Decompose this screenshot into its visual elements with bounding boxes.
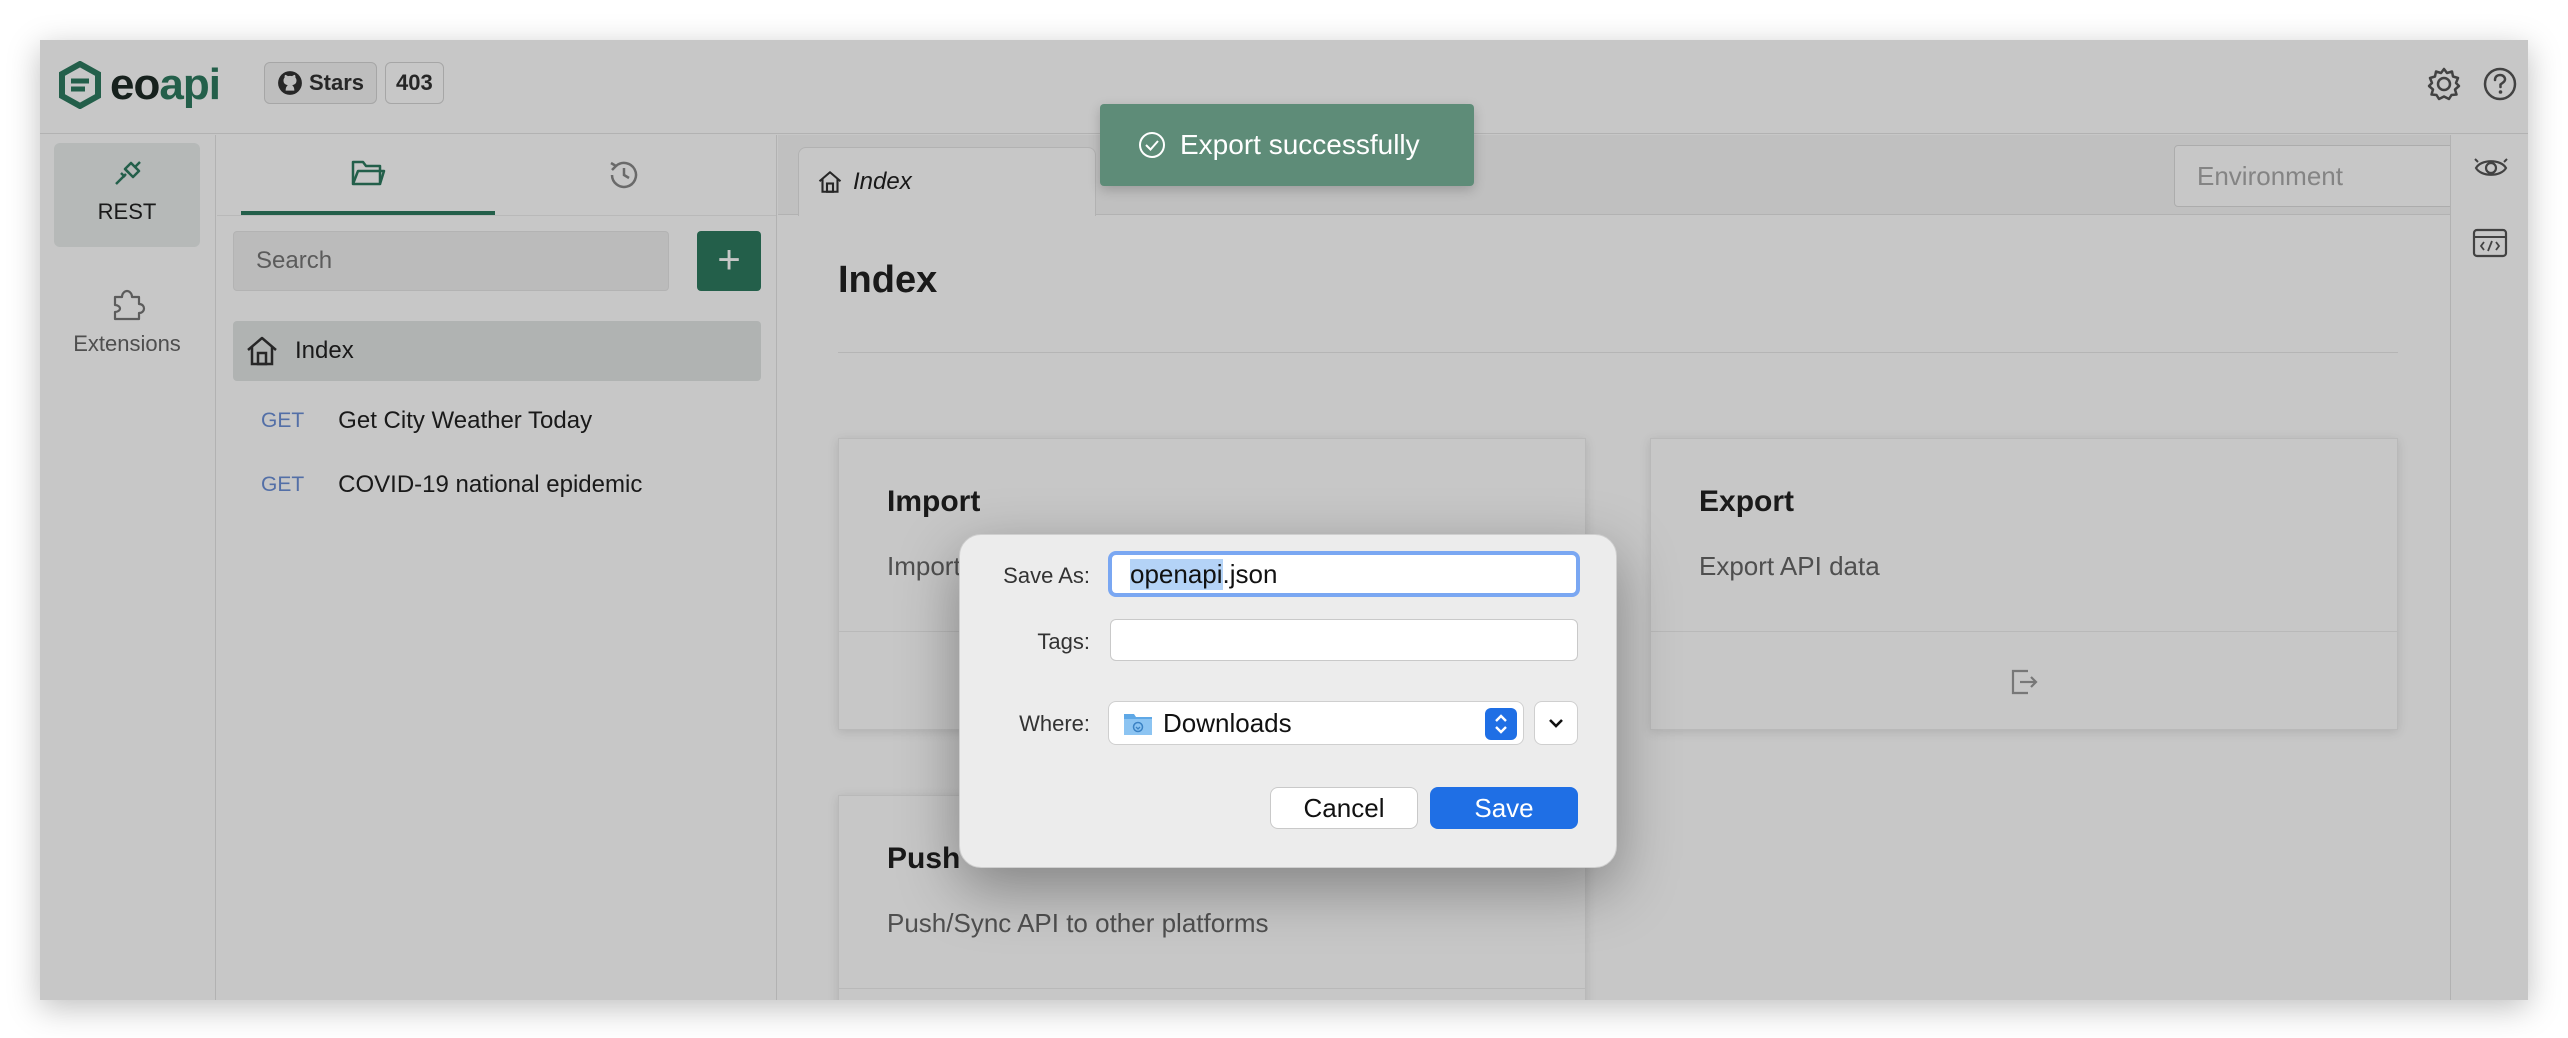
save-dialog: Save As: openapi .json Tags: Where: Downl… — [959, 534, 1617, 868]
save-as-label: Save As: — [1003, 563, 1090, 588]
success-toast: Export successfully — [1100, 104, 1474, 186]
updown-stepper-icon — [1485, 708, 1517, 740]
downloads-folder-icon — [1124, 714, 1152, 735]
chevron-down-icon — [1549, 719, 1563, 728]
expand-dialog-button[interactable] — [1534, 701, 1578, 745]
filename-selected-text: openapi — [1130, 558, 1223, 590]
filename-extension-text: .json — [1222, 558, 1278, 589]
cancel-button[interactable]: Cancel — [1270, 787, 1418, 829]
where-select[interactable]: Downloads — [1108, 701, 1524, 745]
check-circle-icon — [1139, 132, 1165, 158]
tags-input[interactable] — [1110, 619, 1578, 661]
filename-input[interactable]: openapi .json — [1108, 551, 1580, 597]
tags-label: Tags: — [1037, 629, 1090, 654]
app-window: eoapi Stars 403 REST Extensions Search +… — [40, 40, 2528, 1000]
save-button[interactable]: Save — [1430, 787, 1578, 829]
where-label: Where: — [1019, 711, 1090, 736]
where-select-value: Downloads — [1163, 707, 1292, 738]
toast-message: Export successfully — [1180, 129, 1420, 160]
